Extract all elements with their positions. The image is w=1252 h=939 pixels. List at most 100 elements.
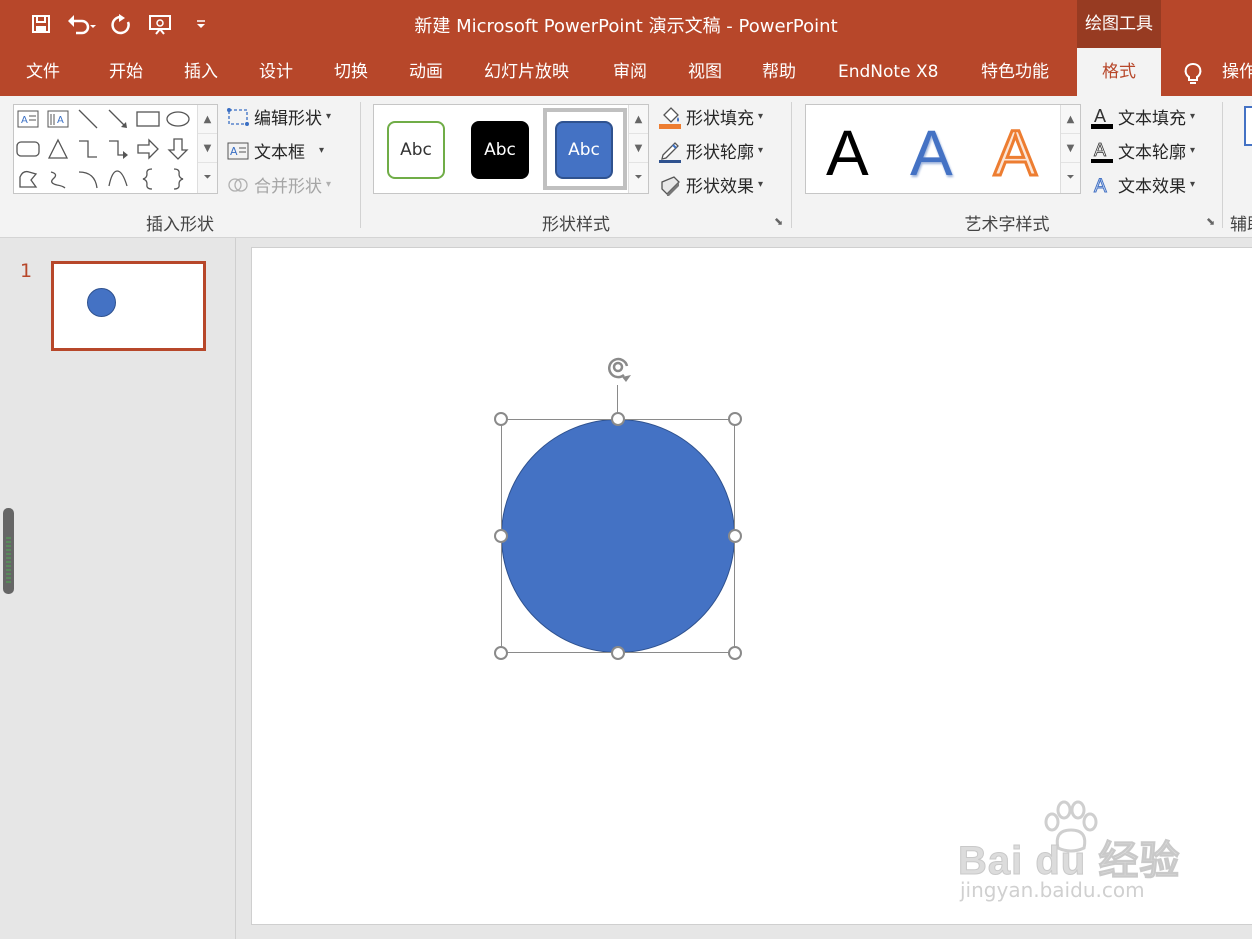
resize-handle-top-left[interactable]: [494, 412, 508, 426]
shapes-gallery-scroll[interactable]: ▲ ▼ ⏷: [197, 105, 217, 193]
accessibility-group-label: 辅助: [1230, 215, 1252, 235]
text-box-button[interactable]: A 文本框 ▾: [226, 138, 324, 163]
wordart-style-black[interactable]: A: [826, 121, 869, 185]
paint-bucket-icon: [658, 105, 682, 129]
gallery-scroll-up-icon[interactable]: ▲: [198, 105, 217, 134]
shape-effects-icon: [658, 173, 682, 197]
resize-handle-right[interactable]: [728, 529, 742, 543]
freeform-shape-icon[interactable]: [14, 165, 42, 193]
group-divider: [1222, 102, 1223, 228]
alt-text-icon[interactable]: [1244, 106, 1252, 146]
tab-design[interactable]: 设计: [259, 48, 293, 96]
resize-handle-bottom[interactable]: [611, 646, 625, 660]
svg-text:A: A: [57, 115, 64, 126]
gallery-scroll-down-icon[interactable]: ▼: [198, 134, 217, 163]
tab-home[interactable]: 开始: [109, 48, 143, 96]
svg-text:A: A: [1094, 176, 1107, 197]
tab-endnote[interactable]: EndNote X8: [838, 48, 938, 96]
shape-styles-scroll[interactable]: ▲ ▼ ⏷: [628, 105, 648, 193]
right-brace-shape-icon[interactable]: [164, 165, 192, 193]
vertical-text-box-shape-icon[interactable]: A: [44, 105, 72, 133]
shape-style-swatch-black[interactable]: Abc: [471, 121, 529, 179]
text-outline-icon: A: [1090, 139, 1114, 163]
gallery-more-icon[interactable]: ⏷: [1061, 163, 1080, 192]
watermark-url: jingyan.baidu.com: [960, 878, 1145, 902]
edit-shape-icon: [226, 105, 250, 129]
tab-transitions[interactable]: 切换: [334, 48, 368, 96]
rounded-rectangle-shape-icon[interactable]: [14, 135, 42, 163]
gallery-scroll-down-icon[interactable]: ▼: [1061, 134, 1080, 163]
oval-shape-icon[interactable]: [164, 105, 192, 133]
down-arrow-shape-icon[interactable]: [164, 135, 192, 163]
pane-splitter-handle[interactable]: [3, 508, 14, 594]
triangle-shape-icon[interactable]: [44, 135, 72, 163]
resize-handle-top[interactable]: [611, 412, 625, 426]
drawing-tools-context-label: 绘图工具: [1077, 0, 1161, 48]
resize-handle-left[interactable]: [494, 529, 508, 543]
shape-style-swatch-outline-green[interactable]: Abc: [387, 121, 445, 179]
wordart-style-blue[interactable]: A: [910, 121, 953, 185]
selection-box: [501, 419, 735, 653]
resize-handle-bottom-right[interactable]: [728, 646, 742, 660]
elbow-connector-shape-icon[interactable]: [74, 135, 102, 163]
resize-handle-top-right[interactable]: [728, 412, 742, 426]
curve-shape-icon[interactable]: [104, 165, 132, 193]
shape-style-swatch-blue[interactable]: Abc: [555, 121, 613, 179]
wordart-style-orange-outline[interactable]: A: [993, 120, 1039, 187]
wordart-styles-scroll[interactable]: ▲ ▼ ⏷: [1060, 105, 1080, 193]
wordart-styles-group-label: 艺术字样式: [964, 215, 1050, 235]
tab-review[interactable]: 审阅: [613, 48, 647, 96]
text-box-shape-icon[interactable]: A: [14, 105, 42, 133]
text-effects-icon: A: [1090, 173, 1114, 197]
tab-view[interactable]: 视图: [688, 48, 722, 96]
tab-help[interactable]: 帮助: [762, 48, 796, 96]
arc-shape-icon[interactable]: [74, 165, 102, 193]
arrow-line-shape-icon[interactable]: [104, 105, 132, 133]
tab-insert[interactable]: 插入: [184, 48, 218, 96]
svg-text:A: A: [1094, 140, 1106, 160]
merge-shapes-icon: [226, 173, 250, 197]
tab-slideshow[interactable]: 幻灯片放映: [484, 48, 569, 96]
text-outline-button[interactable]: A 文本轮廓 ▾: [1090, 138, 1195, 163]
shape-outline-button[interactable]: 形状轮廓 ▾: [658, 138, 763, 163]
thumbnail-circle-shape: [87, 288, 116, 317]
pen-outline-icon: [658, 139, 682, 163]
gallery-more-icon[interactable]: ⏷: [198, 163, 217, 192]
text-fill-icon: A: [1090, 105, 1114, 129]
resize-handle-bottom-left[interactable]: [494, 646, 508, 660]
edit-shape-button[interactable]: 编辑形状 ▾: [226, 104, 331, 129]
gallery-scroll-up-icon[interactable]: ▲: [1061, 105, 1080, 134]
elbow-arrow-connector-shape-icon[interactable]: [104, 135, 132, 163]
gallery-scroll-up-icon[interactable]: ▲: [629, 105, 648, 134]
ribbon-tabs: 文件 开始 插入 设计 切换 动画 幻灯片放映 审阅 视图 帮助 EndNote…: [0, 48, 1252, 96]
tab-format[interactable]: 格式: [1077, 48, 1161, 96]
shapes-gallery[interactable]: A A ▲ ▼ ⏷: [13, 104, 218, 194]
shape-effects-button[interactable]: 形状效果 ▾: [658, 172, 763, 197]
dialog-launcher-icon[interactable]: ⬊: [774, 216, 786, 228]
tab-special-features[interactable]: 特色功能: [981, 48, 1049, 96]
shape-styles-gallery[interactable]: Abc Abc Abc ▲ ▼ ⏷: [373, 104, 649, 194]
text-effects-button[interactable]: A 文本效果 ▾: [1090, 172, 1196, 197]
text-fill-button[interactable]: A 文本填充 ▾: [1090, 104, 1195, 129]
wordart-styles-gallery[interactable]: A A A ▲ ▼ ⏷: [805, 104, 1081, 194]
shape-fill-button[interactable]: 形状填充 ▾: [658, 104, 763, 129]
rotate-handle-icon[interactable]: [604, 353, 632, 387]
gallery-scroll-down-icon[interactable]: ▼: [629, 134, 648, 163]
text-box-icon: A: [226, 139, 250, 163]
tab-file[interactable]: 文件: [26, 48, 60, 96]
tab-animations[interactable]: 动画: [409, 48, 443, 96]
line-shape-icon[interactable]: [74, 105, 102, 133]
lightbulb-icon[interactable]: [1183, 62, 1203, 90]
left-brace-shape-icon[interactable]: [134, 165, 162, 193]
right-arrow-shape-icon[interactable]: [134, 135, 162, 163]
dialog-launcher-icon[interactable]: ⬊: [1206, 216, 1218, 228]
slide-thumbnail[interactable]: [51, 261, 206, 351]
merge-shapes-button[interactable]: 合并形状 ▾: [226, 172, 331, 197]
tab-tell-me[interactable]: 操作: [1222, 48, 1252, 96]
gallery-more-icon[interactable]: ⏷: [629, 163, 648, 192]
svg-text:A: A: [21, 115, 28, 126]
scribble-shape-icon[interactable]: [44, 165, 72, 193]
title-bar: 新建 Microsoft PowerPoint 演示文稿 - PowerPoin…: [0, 0, 1252, 48]
rectangle-shape-icon[interactable]: [134, 105, 162, 133]
slide-number: 1: [20, 260, 33, 282]
